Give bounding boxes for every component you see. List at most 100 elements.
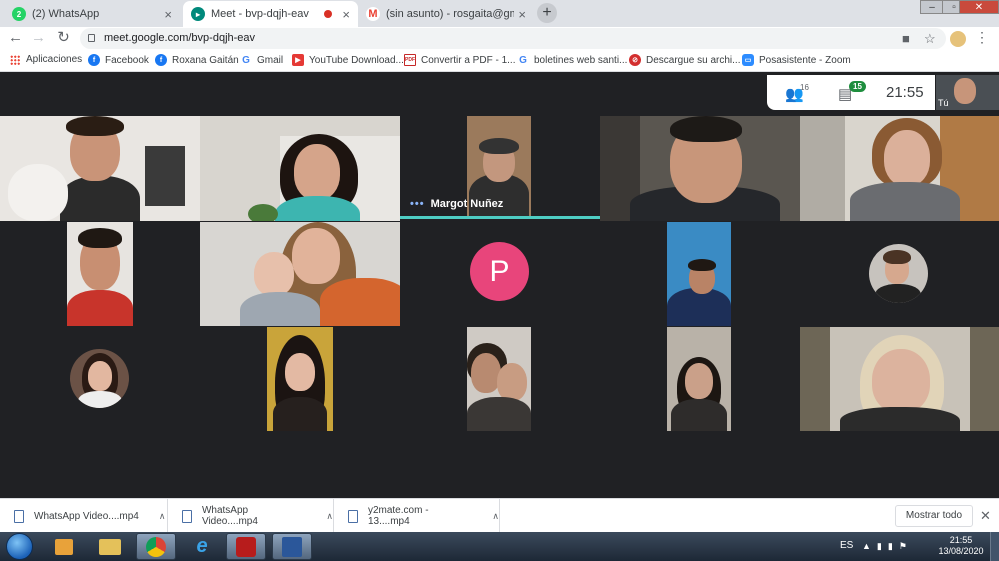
participant-tile[interactable] [667, 327, 731, 431]
bookmark-facebook[interactable]: f Facebook [88, 54, 149, 66]
bookmark-youtube-download[interactable]: ▶ YouTube Download... [292, 54, 404, 66]
camera-icon[interactable]: ■ [902, 31, 910, 46]
bookmark-star-icon[interactable]: ☆ [924, 31, 936, 47]
participant-video [67, 290, 133, 326]
facebook-icon: f [155, 54, 167, 66]
bookmark-label: Convertir a PDF - 1... [421, 54, 516, 66]
chat-count-badge: 15 [849, 81, 866, 92]
active-speaker-tag: ••• Margot Nuñez [410, 198, 503, 210]
close-tab-icon[interactable]: × [164, 7, 172, 22]
bookmark-descargue[interactable]: ⊘ Descargue su archi... [629, 54, 741, 66]
internet-explorer-icon[interactable]: e [182, 533, 222, 560]
bookmark-boletines[interactable]: G boletines web santi... [517, 54, 627, 66]
close-tab-icon[interactable]: × [518, 7, 526, 22]
download-item[interactable]: WhatsApp Video....mp4 ∧ [0, 499, 168, 533]
tab-gmail[interactable]: M (sin asunto) - rosgaita@gmail.com × [358, 1, 534, 27]
participant-video [248, 204, 278, 221]
participant-tile[interactable] [67, 222, 133, 326]
back-button[interactable]: ← [7, 30, 24, 47]
participant-tile[interactable] [869, 244, 928, 303]
word-icon[interactable] [272, 533, 312, 560]
bookmark-aplicaciones[interactable]: Aplicaciones [10, 54, 82, 65]
participant-avatar[interactable]: P [470, 242, 529, 301]
download-filename: WhatsApp Video....mp4 [201, 505, 258, 527]
show-all-button[interactable]: Mostrar todo [895, 505, 973, 527]
windows-taskbar: e ES ▲▮▮⚑ 21:55 13/08/2020 [0, 532, 999, 561]
participant-tile[interactable] [667, 222, 731, 326]
participant-video [875, 284, 921, 303]
participant-tile[interactable] [800, 116, 999, 221]
tab-strip: 2 (2) WhatsApp × ▸ Meet - bvp-dqjh-eav ×… [0, 0, 999, 27]
chevron-up-icon[interactable]: ∧ [326, 511, 333, 522]
close-icon[interactable]: ✕ [980, 508, 991, 524]
close-tab-icon[interactable]: × [342, 7, 350, 22]
clock-date: 13/08/2020 [938, 546, 984, 556]
google-icon: G [240, 54, 252, 66]
menu-icon[interactable]: ⋮ [975, 29, 989, 46]
meet-icon: ▸ [191, 7, 205, 21]
bookmark-posasistente-zoom[interactable]: ▭ Posasistente - Zoom [742, 54, 851, 66]
profile-avatar[interactable] [950, 31, 966, 47]
participant-video [497, 363, 527, 401]
bookmark-label: Descargue su archi... [646, 54, 741, 66]
tab-label: (sin asunto) - rosgaita@gmail.com [386, 8, 515, 20]
participant-video [685, 363, 713, 399]
tab-meet[interactable]: ▸ Meet - bvp-dqjh-eav × [183, 1, 358, 27]
reload-button[interactable]: ↻ [55, 30, 72, 47]
tab-label: (2) WhatsApp [32, 8, 100, 20]
participant-tile[interactable] [0, 116, 200, 221]
show-desktop-button[interactable] [990, 532, 999, 561]
address-bar[interactable]: meet.google.com/bvp-dqjh-eav ■ ☆ [80, 28, 946, 49]
participant-video [840, 407, 960, 431]
participant-video [273, 397, 327, 431]
acrobat-icon[interactable] [226, 533, 266, 560]
bookmark-label: Roxana Gaitán [172, 54, 239, 66]
participant-video [688, 259, 716, 271]
url-text: meet.google.com/bvp-dqjh-eav [104, 32, 256, 44]
bookmark-label: Facebook [105, 54, 149, 66]
participant-video [275, 196, 360, 221]
participant-tile[interactable] [600, 116, 800, 221]
clock-time: 21:55 [949, 535, 973, 545]
tab-whatsapp[interactable]: 2 (2) WhatsApp × [4, 1, 180, 27]
participant-video [467, 397, 531, 431]
system-tray-icons[interactable]: ▲▮▮⚑ [862, 541, 913, 552]
self-view[interactable]: Tú [936, 75, 999, 110]
participant-video [883, 250, 911, 264]
download-item[interactable]: y2mate.com - 13....mp4 ∧ [334, 499, 500, 533]
new-tab-button[interactable]: + [537, 3, 557, 23]
download-item[interactable]: WhatsApp Video....mp4 ∧ [168, 499, 334, 533]
participant-tile[interactable] [200, 222, 400, 326]
participant-video [240, 292, 320, 326]
participant-video [145, 146, 185, 206]
chevron-up-icon[interactable]: ∧ [159, 511, 166, 522]
minimize-button[interactable]: – [920, 0, 944, 14]
participant-video [884, 130, 930, 186]
participant-tile[interactable] [467, 327, 531, 431]
file-explorer-icon[interactable] [90, 533, 130, 560]
lock-icon [88, 34, 95, 42]
bookmark-roxana-gaitan[interactable]: f Roxana Gaitán [155, 54, 239, 66]
chevron-up-icon[interactable]: ∧ [492, 511, 499, 522]
start-button[interactable] [6, 533, 33, 560]
facebook-icon: f [88, 54, 100, 66]
bookmarks-bar: Aplicaciones f Facebook f Roxana Gaitán … [0, 50, 999, 72]
participant-tile[interactable] [70, 349, 129, 408]
close-window-button[interactable]: ✕ [959, 0, 999, 14]
bookmark-convertir-pdf[interactable]: PDF Convertir a PDF - 1... [404, 54, 515, 66]
speaking-indicator-icon: ••• [410, 198, 425, 210]
language-indicator[interactable]: ES [840, 540, 853, 551]
self-label: Tú [938, 98, 949, 108]
participant-tile[interactable] [800, 327, 999, 431]
chrome-icon[interactable] [136, 533, 176, 560]
participant-tile[interactable] [267, 327, 333, 431]
forward-button[interactable]: → [30, 30, 47, 47]
participant-video [292, 228, 340, 284]
system-clock[interactable]: 21:55 13/08/2020 [936, 535, 986, 557]
recording-icon [324, 10, 333, 18]
apps-grid-icon [10, 54, 20, 65]
participant-video [78, 228, 122, 248]
participant-tile[interactable] [200, 116, 400, 221]
media-player-icon[interactable] [44, 533, 84, 560]
bookmark-gmail[interactable]: G Gmail [240, 54, 283, 66]
